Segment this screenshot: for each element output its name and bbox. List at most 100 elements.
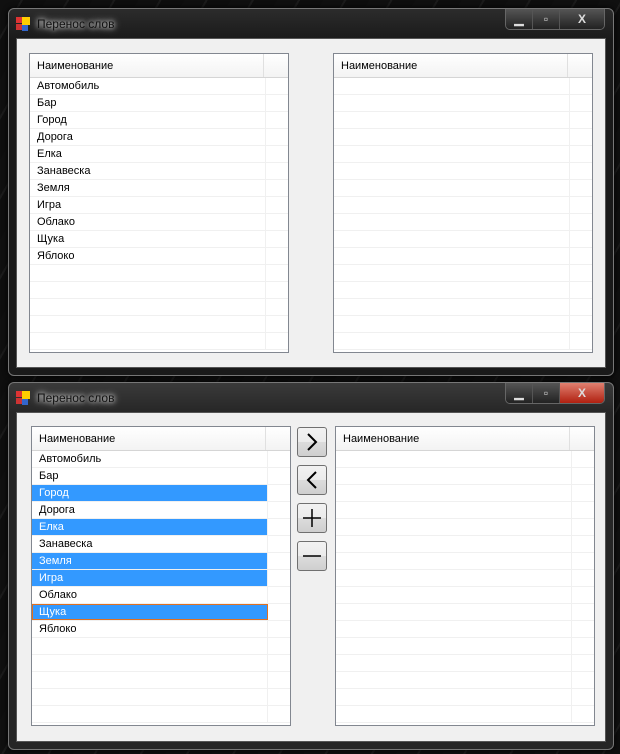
- empty-row: [334, 78, 592, 95]
- list-item[interactable]: Елка: [30, 146, 288, 163]
- empty-row: [334, 214, 592, 231]
- minimize-button[interactable]: ▁: [506, 9, 532, 29]
- item-label: Щука: [30, 231, 266, 247]
- close-button[interactable]: X: [559, 9, 604, 29]
- item-label: [334, 129, 570, 145]
- target-list[interactable]: Наименование: [333, 53, 593, 353]
- source-list[interactable]: Наименование Автомобиль Бар Город Дорога Елка…: [31, 426, 291, 726]
- empty-row: [334, 231, 592, 248]
- move-left-button[interactable]: [297, 465, 327, 495]
- list-item[interactable]: Щука: [30, 231, 288, 248]
- item-label: [336, 519, 572, 535]
- empty-row: [336, 672, 594, 689]
- empty-row: [334, 180, 592, 197]
- empty-row: [336, 587, 594, 604]
- list-item[interactable]: Облако: [32, 587, 290, 604]
- column-header[interactable]: Наименование: [30, 54, 264, 77]
- minus-icon: [303, 555, 321, 557]
- empty-row: [30, 282, 288, 299]
- item-label: Занавеска: [32, 536, 268, 552]
- item-label: Бар: [32, 468, 268, 484]
- empty-row: [336, 536, 594, 553]
- item-label: [32, 706, 268, 722]
- list-item[interactable]: Бар: [30, 95, 288, 112]
- item-label: Елка: [30, 146, 266, 162]
- list-item[interactable]: Дорога: [30, 129, 288, 146]
- list-item[interactable]: Дорога: [32, 502, 290, 519]
- empty-row: [32, 672, 290, 689]
- column-header[interactable]: Наименование: [334, 54, 568, 77]
- maximize-button[interactable]: ▫: [532, 9, 559, 29]
- item-label: Земля: [32, 553, 268, 569]
- item-label: Дорога: [30, 129, 266, 145]
- list-item[interactable]: Автомобиль: [32, 451, 290, 468]
- empty-row: [336, 485, 594, 502]
- list-item[interactable]: Город: [30, 112, 288, 129]
- item-label: [336, 468, 572, 484]
- list-item[interactable]: Занавеска: [32, 536, 290, 553]
- item-label: [336, 621, 572, 637]
- empty-row: [32, 638, 290, 655]
- column-header[interactable]: Наименование: [336, 427, 570, 450]
- empty-row: [30, 299, 288, 316]
- empty-row: [334, 333, 592, 350]
- list-item[interactable]: Автомобиль: [30, 78, 288, 95]
- list-item[interactable]: Город: [32, 485, 290, 502]
- item-label: [32, 638, 268, 654]
- item-label: [334, 112, 570, 128]
- item-label: Автомобиль: [30, 78, 266, 94]
- list-item[interactable]: Бар: [32, 468, 290, 485]
- empty-row: [336, 570, 594, 587]
- plus-icon: [303, 509, 321, 527]
- item-label: [30, 265, 266, 281]
- item-label: [334, 333, 570, 349]
- list-item[interactable]: Щука: [32, 604, 290, 621]
- empty-row: [336, 638, 594, 655]
- item-label: [336, 502, 572, 518]
- list-item[interactable]: Земля: [30, 180, 288, 197]
- item-label: Облако: [30, 214, 266, 230]
- item-label: [334, 248, 570, 264]
- empty-row: [334, 112, 592, 129]
- empty-row: [334, 248, 592, 265]
- list-item[interactable]: Облако: [30, 214, 288, 231]
- app-icon: [16, 391, 30, 405]
- item-label: [334, 282, 570, 298]
- list-item[interactable]: Земля: [32, 553, 290, 570]
- minimize-button[interactable]: ▁: [506, 383, 532, 403]
- empty-row: [334, 265, 592, 282]
- item-label: [334, 78, 570, 94]
- maximize-button[interactable]: ▫: [532, 383, 559, 403]
- move-right-button[interactable]: [297, 427, 327, 457]
- remove-button[interactable]: [297, 541, 327, 571]
- item-label: [30, 299, 266, 315]
- item-label: [336, 638, 572, 654]
- item-label: [336, 689, 572, 705]
- add-button[interactable]: [297, 503, 327, 533]
- empty-row: [334, 299, 592, 316]
- empty-row: [30, 265, 288, 282]
- list-item[interactable]: Яблоко: [32, 621, 290, 638]
- list-item[interactable]: Игра: [30, 197, 288, 214]
- list-item[interactable]: Елка: [32, 519, 290, 536]
- close-button[interactable]: X: [559, 383, 604, 403]
- empty-row: [32, 689, 290, 706]
- empty-row: [336, 621, 594, 638]
- item-label: [336, 672, 572, 688]
- item-label: [336, 655, 572, 671]
- list-item[interactable]: Занавеска: [30, 163, 288, 180]
- list-item[interactable]: Яблоко: [30, 248, 288, 265]
- target-list[interactable]: Наименование: [335, 426, 595, 726]
- item-label: [336, 587, 572, 603]
- empty-row: [334, 129, 592, 146]
- item-label: Елка: [32, 519, 268, 535]
- column-header[interactable]: Наименование: [32, 427, 266, 450]
- source-list[interactable]: Наименование Автомобиль Бар Город Дорога Елка…: [29, 53, 289, 353]
- item-label: [334, 299, 570, 315]
- item-label: [334, 180, 570, 196]
- list-item[interactable]: Игра: [32, 570, 290, 587]
- item-label: [334, 197, 570, 213]
- item-label: [32, 689, 268, 705]
- empty-row: [336, 451, 594, 468]
- empty-row: [32, 655, 290, 672]
